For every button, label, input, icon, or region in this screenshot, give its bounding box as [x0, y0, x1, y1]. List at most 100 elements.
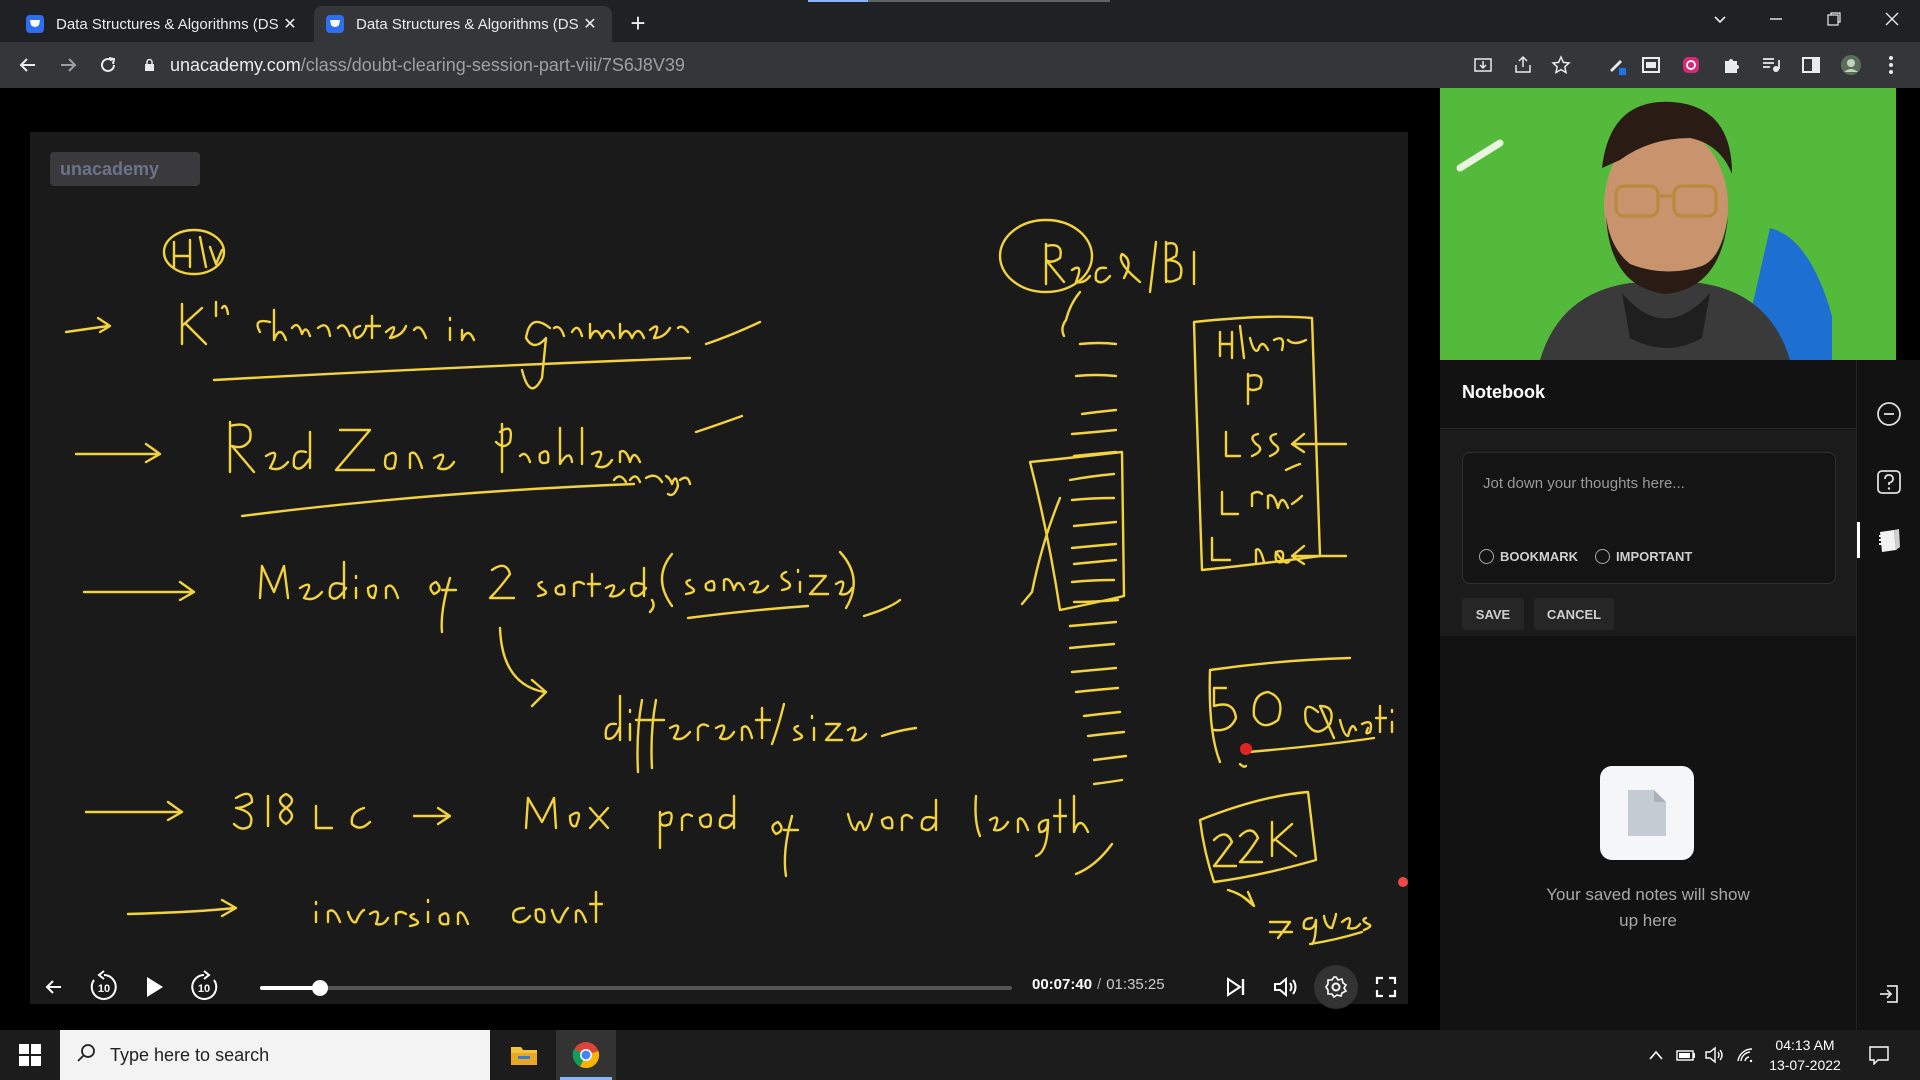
- word-Problem: [494, 422, 642, 474]
- class-page: unacademy 10 10 00:07:40 / 01:35:25 Note…: [0, 88, 1920, 1030]
- battery-icon[interactable]: [1676, 1030, 1696, 1080]
- arrow-2: [74, 442, 162, 464]
- rewind-10-label: 10: [98, 983, 110, 995]
- windows-taskbar: Type here to search 04:13 AM 13-07-2022: [0, 1030, 1920, 1080]
- cancel-button[interactable]: CANCEL: [1534, 598, 1614, 630]
- chrome-menu-icon[interactable]: [1878, 52, 1904, 78]
- restore-button[interactable]: [1806, 0, 1862, 38]
- word-prod: [658, 794, 736, 850]
- bookmark-star-icon[interactable]: [1548, 52, 1574, 78]
- ladder-brace: [1020, 496, 1062, 606]
- browser-tab-2[interactable]: Data Structures & Algorithms (DS ✕: [314, 6, 612, 42]
- underline-1: [212, 356, 692, 382]
- laser-pointer-dot: [1240, 743, 1252, 755]
- arrow-4: [84, 800, 184, 822]
- system-clock[interactable]: 04:13 AM 13-07-2022: [1760, 1035, 1850, 1075]
- instructor-image: [1440, 88, 1896, 360]
- windows-start-icon[interactable]: [8, 1035, 52, 1075]
- speaker-icon[interactable]: [1704, 1030, 1724, 1080]
- forward-10-icon[interactable]: 10: [184, 967, 224, 1007]
- paren-close: [838, 550, 855, 610]
- extensions-puzzle-icon[interactable]: [1718, 52, 1744, 78]
- seek-bar-played: [260, 986, 321, 990]
- file-explorer-icon[interactable]: [494, 1030, 554, 1080]
- close-window-button[interactable]: [1864, 0, 1920, 38]
- url-path: /class/doubt-clearing-session-part-viii/…: [300, 54, 685, 75]
- word-318LC: [232, 792, 372, 830]
- word-RM: [1220, 490, 1290, 516]
- empty-note-file-icon: [1600, 766, 1694, 860]
- word-Median: [258, 560, 400, 601]
- exit-class-icon[interactable]: [1873, 978, 1905, 1010]
- settings-gear-icon[interactable]: [1316, 967, 1356, 1007]
- volume-icon[interactable]: [1266, 967, 1306, 1007]
- glyph-th: [214, 300, 230, 318]
- back-arrow-icon[interactable]: [14, 51, 42, 79]
- tab-close-icon[interactable]: ✕: [580, 14, 600, 34]
- word-of: [429, 576, 458, 634]
- word-character: [256, 308, 428, 342]
- doubt-question-icon[interactable]: [1873, 466, 1905, 498]
- tick-2: [694, 414, 744, 434]
- save-button[interactable]: SAVE: [1462, 598, 1524, 630]
- word-inversion: [314, 898, 470, 928]
- media-control-icon[interactable]: [1758, 52, 1784, 78]
- forward-10-label: 10: [198, 983, 210, 995]
- note-textarea[interactable]: Jot down your thoughts here... BOOKMARK …: [1462, 452, 1836, 584]
- underline-50: [1246, 736, 1376, 754]
- arrow-5: [412, 806, 452, 826]
- important-option[interactable]: IMPORTANT: [1595, 549, 1692, 564]
- active-indicator: [1857, 522, 1860, 558]
- bookmark-option[interactable]: BOOKMARK: [1479, 549, 1578, 564]
- profile-avatar[interactable]: [1838, 52, 1864, 78]
- fullscreen-icon[interactable]: [1366, 967, 1406, 1007]
- play-icon[interactable]: [134, 967, 174, 1007]
- exit-back-arrow-icon[interactable]: [34, 967, 74, 1007]
- tick-3: [862, 598, 902, 618]
- pen-extension-icon[interactable]: [1604, 52, 1630, 78]
- show-hidden-icons-chevron-icon[interactable]: [1648, 1030, 1664, 1080]
- whiteboard-video[interactable]: unacademy: [30, 132, 1408, 1004]
- hook-arrow: [498, 626, 548, 708]
- seek-bar-knob[interactable]: [312, 980, 329, 996]
- share-icon[interactable]: [1510, 52, 1536, 78]
- tab-close-icon[interactable]: ✕: [280, 14, 300, 34]
- word-Red: [228, 420, 312, 474]
- next-video-icon[interactable]: [1216, 967, 1256, 1007]
- unacademy-favicon-icon: [26, 15, 44, 33]
- minimize-button[interactable]: [1748, 0, 1804, 38]
- notification-center-icon[interactable]: [1868, 1030, 1890, 1080]
- important-radio[interactable]: [1595, 549, 1610, 564]
- instagram-extension-icon[interactable]: [1678, 52, 1704, 78]
- word-SS: [1224, 430, 1280, 458]
- reload-icon[interactable]: [94, 51, 122, 79]
- search-icon: [76, 1043, 96, 1068]
- divider: [1440, 428, 1856, 429]
- browser-tab-1[interactable]: Data Structures & Algorithms (DS ✕: [14, 6, 312, 42]
- underline-3: [686, 604, 810, 620]
- player-controls: 10 10 00:07:40/01:35:25: [30, 948, 1408, 1026]
- new-tab-button[interactable]: +: [624, 8, 652, 38]
- seek-bar[interactable]: [260, 980, 1012, 996]
- bookmark-radio[interactable]: [1479, 549, 1494, 564]
- install-app-icon[interactable]: [1470, 52, 1496, 78]
- address-bar[interactable]: unacademy.com/class/doubt-clearing-sessi…: [140, 48, 1440, 82]
- wifi-icon[interactable]: [1736, 1030, 1754, 1080]
- tick-1: [704, 320, 762, 346]
- browser-tabstrip: Data Structures & Algorithms (DS ✕ Data …: [0, 0, 1920, 42]
- notebook-icon[interactable]: [1873, 524, 1905, 556]
- note-editor-card: Jot down your thoughts here... BOOKMARK …: [1440, 430, 1856, 636]
- chat-icon[interactable]: [1873, 398, 1905, 430]
- time-display: 00:07:40/01:35:25: [1032, 976, 1165, 993]
- word-different-size: [604, 694, 868, 774]
- side-panel-icon[interactable]: [1798, 52, 1824, 78]
- tab-search-chevron-icon[interactable]: [1692, 0, 1748, 38]
- screen-extension-icon[interactable]: [1638, 52, 1664, 78]
- rewind-10-icon[interactable]: 10: [84, 967, 124, 1007]
- chrome-taskbar-icon[interactable]: [556, 1030, 616, 1080]
- note-placeholder: Jot down your thoughts here...: [1483, 475, 1685, 492]
- forward-arrow-icon[interactable]: [54, 51, 82, 79]
- arrow-ss: [1290, 432, 1348, 454]
- laser-pointer-dot-2: [1398, 877, 1408, 887]
- taskbar-search-box[interactable]: Type here to search: [60, 1030, 490, 1080]
